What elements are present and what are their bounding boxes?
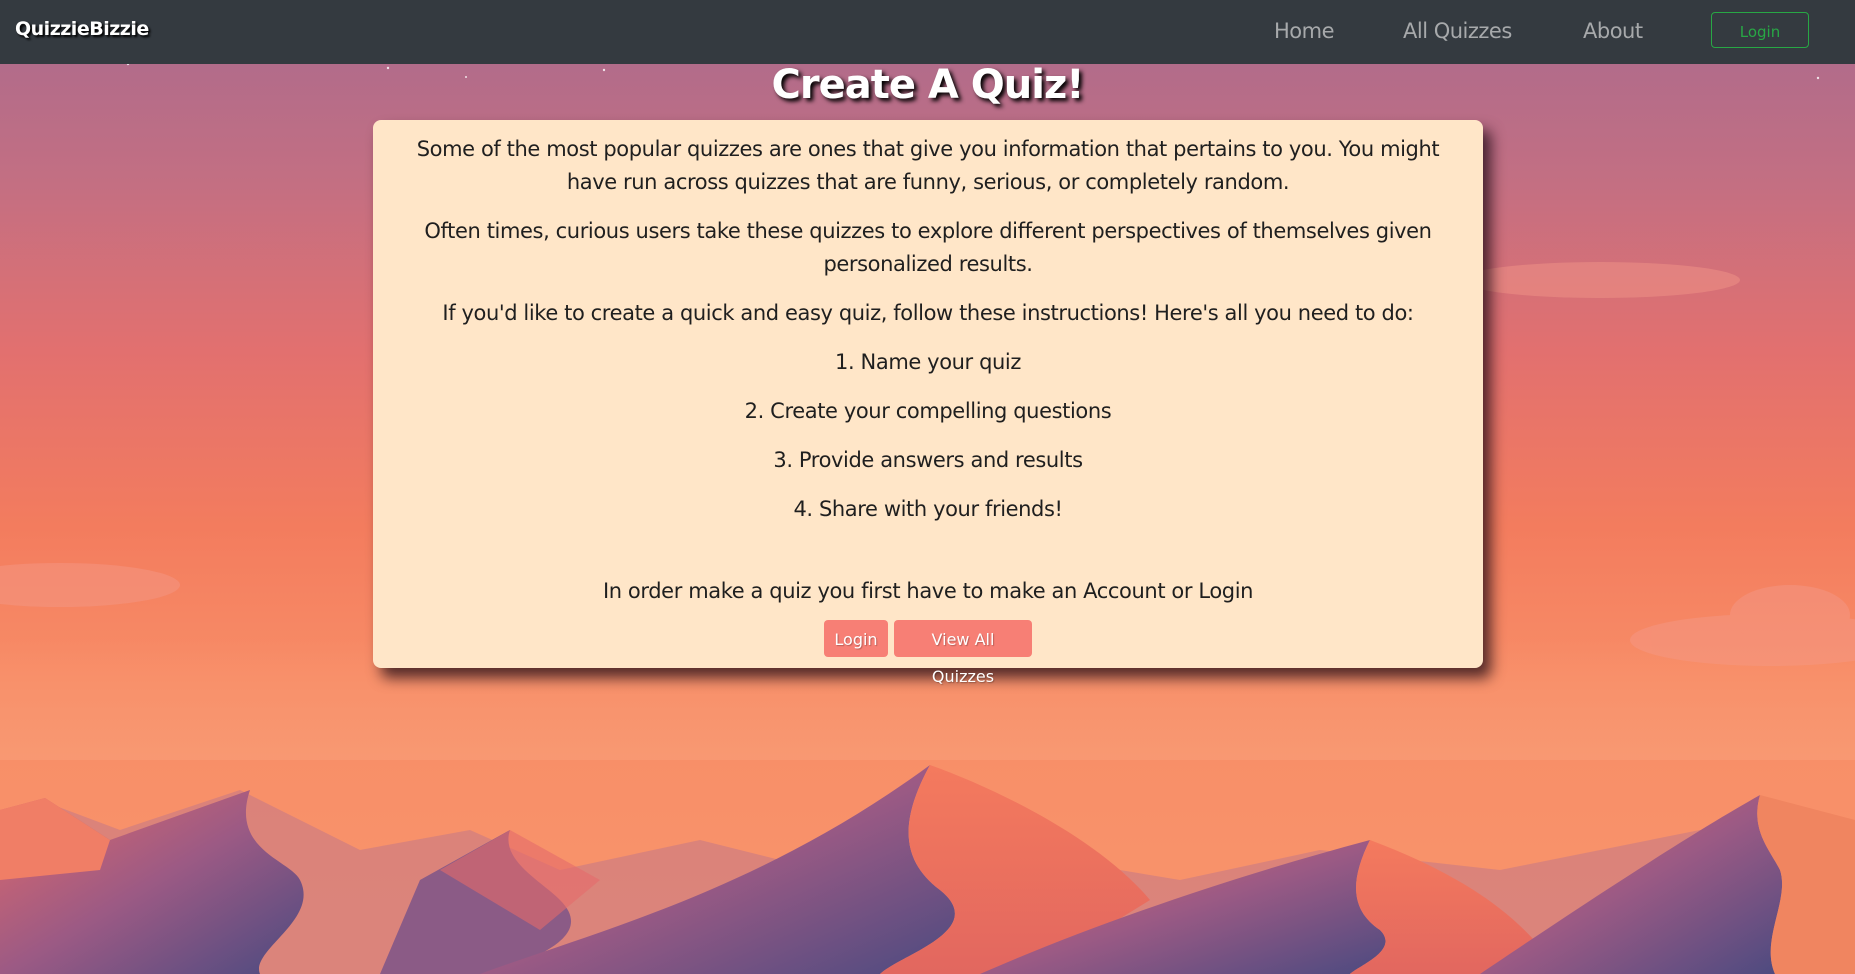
instructions-lead: If you'd like to create a quick and easy…	[442, 301, 1414, 325]
view-all-quizzes-button[interactable]: View All Quizzes	[894, 620, 1032, 686]
nav-link-home[interactable]: Home	[1274, 19, 1335, 43]
login-button[interactable]: Login	[824, 620, 888, 657]
step-item: 2. Create your compelling questions	[744, 399, 1112, 423]
nav-link-all-quizzes[interactable]: All Quizzes	[1403, 19, 1512, 43]
step-item: 1. Name your quiz	[835, 350, 1021, 374]
page-title: Create A Quiz!	[771, 62, 1085, 108]
perspective-paragraph: Often times, curious users take these qu…	[424, 219, 1432, 276]
top-navbar: QuizzieBizzie Home All Quizzes About Log…	[0, 0, 1855, 64]
intro-paragraph: Some of the most popular quizzes are one…	[416, 137, 1440, 194]
step-item: 4. Share with your friends!	[793, 497, 1063, 521]
navbar-login-button[interactable]: Login	[1711, 12, 1809, 48]
nav-link-about[interactable]: About	[1583, 19, 1643, 43]
create-quiz-card: Some of the most popular quizzes are one…	[373, 120, 1483, 686]
step-item: 3. Provide answers and results	[773, 448, 1083, 472]
account-note: In order make a quiz you first have to m…	[602, 579, 1254, 603]
brand-logo[interactable]: QuizzieBizzie	[15, 18, 149, 40]
